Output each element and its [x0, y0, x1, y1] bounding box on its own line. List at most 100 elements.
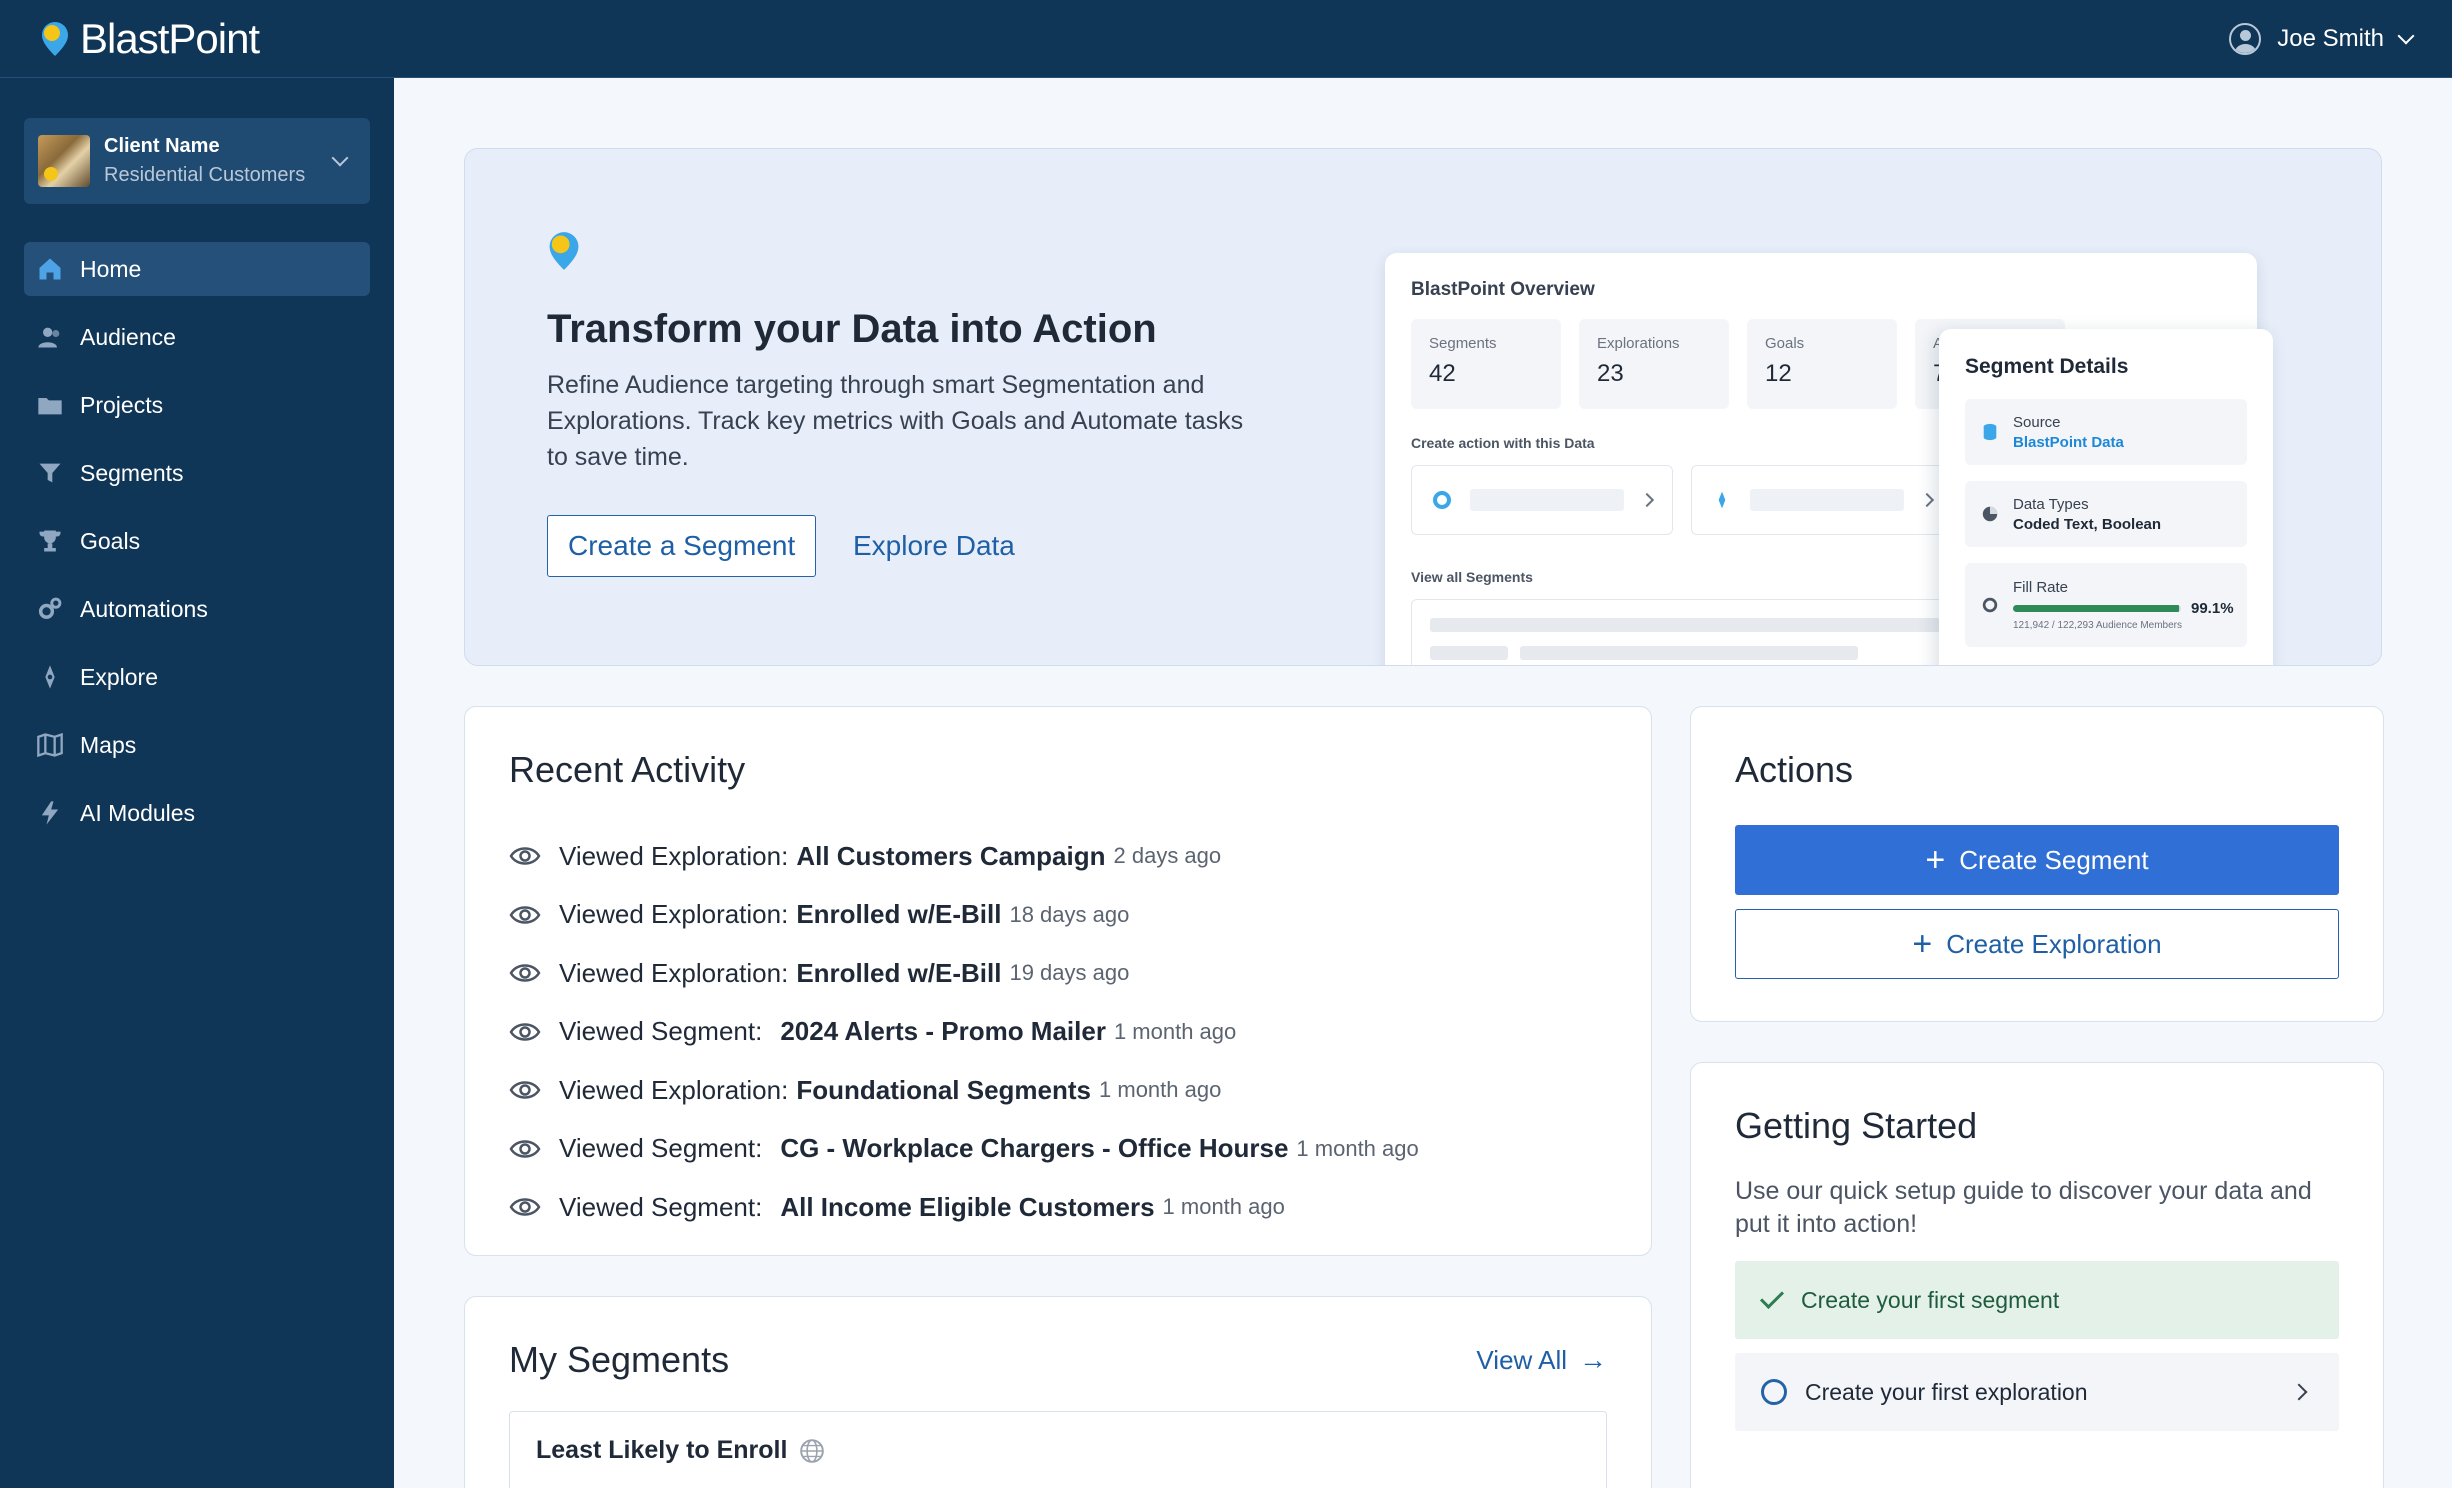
fill-rate-row: Fill Rate 99.1% 121,942 / 122,293 Audien… [1965, 563, 2247, 647]
activity-object-link[interactable]: CG - Workplace Chargers - Office Hourse [780, 1133, 1288, 1164]
activity-time: 18 days ago [1009, 901, 1130, 927]
pie-icon [1982, 506, 1998, 522]
activity-item[interactable]: Viewed Exploration: All Customers Campai… [509, 827, 1607, 886]
create-exploration-button[interactable]: + Create Exploration [1735, 909, 2339, 979]
overview-action-row [1691, 465, 1953, 535]
hero-description: Refine Audience targeting through smart … [547, 371, 1244, 471]
placeholder-bar [1750, 489, 1904, 511]
hero-banner: Transform your Data into Action Refine A… [464, 148, 2382, 666]
user-menu[interactable]: Joe Smith [2229, 22, 2415, 55]
bolt-icon [41, 801, 59, 825]
activity-item[interactable]: Viewed Exploration: Enrolled w/E-Bill 19… [509, 944, 1607, 1003]
activity-time: 1 month ago [1162, 1194, 1285, 1220]
fill-rate-percent: 99.1% [2191, 600, 2234, 617]
stat-value: 23 [1597, 360, 1624, 387]
activity-object-link[interactable]: All Income Eligible Customers [780, 1192, 1154, 1223]
actions-title: Actions [1735, 749, 1854, 790]
eye-icon [509, 964, 541, 982]
client-avatar [38, 135, 90, 187]
activity-item[interactable]: Viewed Segment: CG - Workplace Chargers … [509, 1120, 1607, 1179]
overview-stat: Segments 42 [1411, 319, 1561, 409]
stat-label: Goals [1765, 335, 1805, 352]
ring-icon [1982, 597, 1998, 613]
compass-icon [45, 665, 55, 689]
data-types-value: Coded Text, Boolean [2013, 515, 2162, 533]
setup-step-completed[interactable]: Create your first segment [1735, 1261, 2339, 1339]
chevron-down-icon [331, 149, 349, 167]
activity-prefix: Viewed Segment: [559, 1016, 763, 1047]
activity-item[interactable]: Viewed Exploration: Enrolled w/E-Bill 18… [509, 886, 1607, 945]
my-segments-title: My Segments [509, 1339, 730, 1380]
activity-prefix: Viewed Exploration: [559, 899, 789, 930]
activity-object-link[interactable]: 2024 Alerts - Promo Mailer [780, 1016, 1106, 1047]
sidebar-item-segments[interactable]: Segments [24, 446, 370, 500]
activity-time: 1 month ago [1113, 1018, 1237, 1044]
trophy-icon [39, 530, 61, 552]
chevron-down-icon [2397, 27, 2415, 44]
activity-prefix: Viewed Exploration: [559, 957, 789, 988]
chevron-right-icon [2290, 1383, 2308, 1401]
sidebar-item-label: Explore [80, 663, 158, 690]
placeholder-bar [1430, 646, 1508, 660]
getting-started-title: Getting Started [1735, 1105, 1978, 1146]
segment-list-item[interactable]: Least Likely to Enroll [509, 1411, 1607, 1488]
client-name: Client Name [104, 135, 220, 157]
overview-stat: Goals 12 [1747, 319, 1897, 409]
client-segment: Residential Customers [104, 164, 306, 186]
arrow-right-icon: → [1579, 1344, 1607, 1375]
activity-object-link[interactable]: All Customers Campaign [796, 841, 1105, 872]
filter-icon [39, 463, 61, 483]
sidebar-item-automations[interactable]: Automations [24, 582, 370, 636]
overview-stat: Explorations 23 [1579, 319, 1729, 409]
plus-icon: + [1912, 925, 1933, 963]
sidebar-item-maps[interactable]: Maps [24, 718, 370, 772]
sidebar-item-projects[interactable]: Projects [24, 378, 370, 432]
blastpoint-pin-icon [42, 21, 68, 56]
create-exploration-label: Create Exploration [1946, 928, 2162, 959]
recent-activity-list: Viewed Exploration: All Customers Campai… [509, 827, 1607, 1237]
setup-step-pending[interactable]: Create your first exploration [1735, 1353, 2339, 1431]
eye-icon [509, 906, 541, 924]
activity-prefix: Viewed Exploration: [559, 840, 789, 871]
activity-item[interactable]: Viewed Exploration: Foundational Segment… [509, 1061, 1607, 1120]
explore-data-link[interactable]: Explore Data [853, 515, 1015, 577]
activity-time: 19 days ago [1009, 960, 1130, 986]
my-segments-card: My Segments View All → Least Likely to E… [464, 1296, 1652, 1488]
brand-logo[interactable]: BlastPoint [40, 14, 260, 63]
create-segment-button[interactable]: + Create Segment [1735, 825, 2339, 895]
brand-name: BlastPoint [80, 14, 260, 62]
sidebar-item-label: Maps [80, 731, 137, 758]
blastpoint-pin-icon [549, 232, 579, 270]
sidebar-item-goals[interactable]: Goals [24, 514, 370, 568]
activity-object-link[interactable]: Enrolled w/E-Bill [796, 899, 1001, 930]
overview-action-row [1411, 465, 1673, 535]
data-types-label: Data Types [2013, 495, 2089, 513]
compass-icon [1718, 491, 1726, 509]
activity-object-link[interactable]: Foundational Segments [796, 1075, 1091, 1106]
recent-activity-card: Recent Activity Viewed Exploration: All … [464, 706, 1652, 1256]
activity-object-link[interactable]: Enrolled w/E-Bill [796, 958, 1001, 989]
user-circle-icon [2229, 22, 2262, 55]
fill-rate-bar [2013, 605, 2180, 612]
activity-prefix: Viewed Segment: [559, 1191, 763, 1222]
sidebar-item-home[interactable]: Home [24, 242, 370, 296]
checkmark-icon [1759, 1284, 1785, 1310]
sidebar-item-ai-modules[interactable]: AI Modules [24, 786, 370, 840]
setup-step-label: Create your first segment [1801, 1286, 2060, 1313]
client-switcher[interactable]: Client Name Residential Customers [24, 118, 370, 204]
gears-icon [38, 597, 62, 619]
activity-prefix: Viewed Segment: [559, 1133, 763, 1164]
activity-item[interactable]: Viewed Segment: 2024 Alerts - Promo Mail… [509, 1003, 1607, 1062]
sidebar-item-label: Goals [80, 527, 141, 554]
eye-icon [509, 1023, 541, 1041]
activity-item[interactable]: Viewed Segment: All Income Eligible Cust… [509, 1178, 1607, 1237]
sidebar-item-audience[interactable]: Audience [24, 310, 370, 364]
sidebar-item-explore[interactable]: Explore [24, 650, 370, 704]
database-icon [1983, 423, 1997, 441]
view-all-link[interactable]: View All → [1476, 1344, 1607, 1376]
create-a-segment-button[interactable]: Create a Segment [547, 515, 817, 577]
segment-name: Least Likely to Enroll [536, 1436, 788, 1464]
map-icon [37, 732, 63, 758]
stat-value: 42 [1429, 360, 1456, 387]
placeholder-bar [1470, 489, 1624, 511]
